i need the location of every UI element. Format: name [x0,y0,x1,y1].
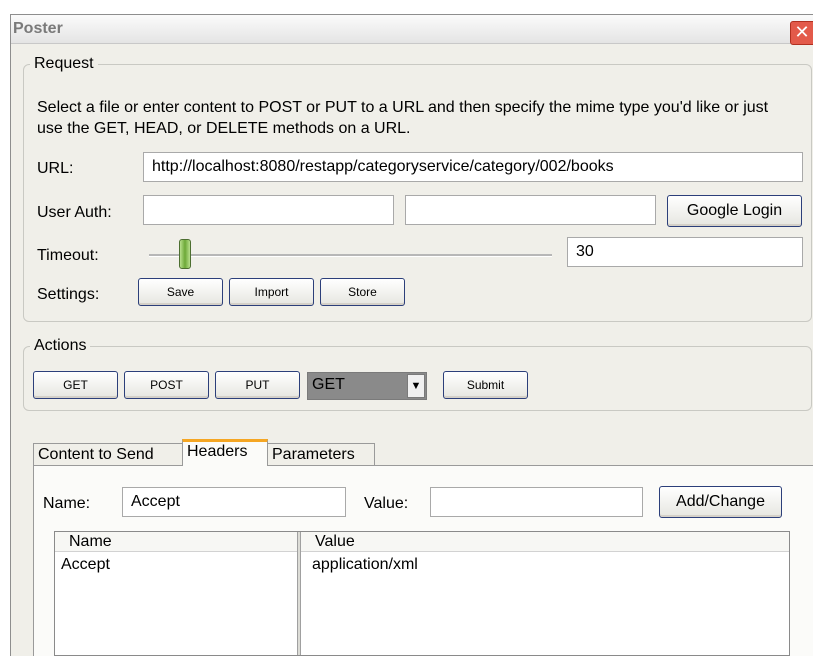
timeout-slider-track[interactable] [149,254,552,257]
request-description: Select a file or enter content to POST o… [37,99,769,137]
store-button[interactable]: Store [320,278,405,306]
get-button[interactable]: GET [33,371,118,399]
url-input[interactable]: http://localhost:8080/restapp/categoryse… [143,152,803,182]
tab-parameters[interactable]: Parameters [267,443,375,465]
request-legend: Request [34,55,94,72]
header-name-label: Name: [43,495,91,512]
method-select-value: GET [312,376,345,393]
table-cell-name[interactable]: Accept [61,556,110,574]
put-button[interactable]: PUT [215,371,300,399]
timeout-label: Timeout: [37,247,99,264]
user-auth-username-input[interactable] [143,195,394,225]
timeout-input[interactable]: 30 [567,237,803,267]
user-auth-password-input[interactable] [405,195,656,225]
url-label: URL: [37,160,74,177]
actions-legend: Actions [34,337,87,354]
header-name-input[interactable]: Accept [122,487,346,517]
method-select[interactable]: GET ▼ [307,372,427,400]
chevron-down-icon[interactable]: ▼ [407,374,425,398]
headers-table: Name Value Accept application/xml [54,531,790,656]
save-button[interactable]: Save [138,278,223,306]
import-button[interactable]: Import [229,278,314,306]
tab-headers[interactable]: Headers [182,439,268,466]
column-header-name[interactable]: Name [55,532,297,552]
close-icon[interactable]: ✕ [790,21,813,45]
poster-window: Poster ✕ Request Select a file or enter … [10,14,813,656]
user-auth-label: User Auth: [37,204,112,221]
settings-label: Settings: [37,286,100,303]
timeout-slider-handle[interactable] [179,239,191,269]
google-login-button[interactable]: Google Login [667,195,802,227]
title-bar: Poster ✕ [11,15,813,45]
post-button[interactable]: POST [124,371,209,399]
column-header-value[interactable]: Value [301,532,789,552]
header-value-input[interactable] [430,487,643,517]
header-value-label: Value: [364,495,409,512]
tab-content-to-send[interactable]: Content to Send [33,443,183,465]
table-cell-value[interactable]: application/xml [312,556,418,574]
window-title: Poster [13,20,63,37]
add-change-button[interactable]: Add/Change [659,486,782,518]
submit-button[interactable]: Submit [443,371,528,399]
